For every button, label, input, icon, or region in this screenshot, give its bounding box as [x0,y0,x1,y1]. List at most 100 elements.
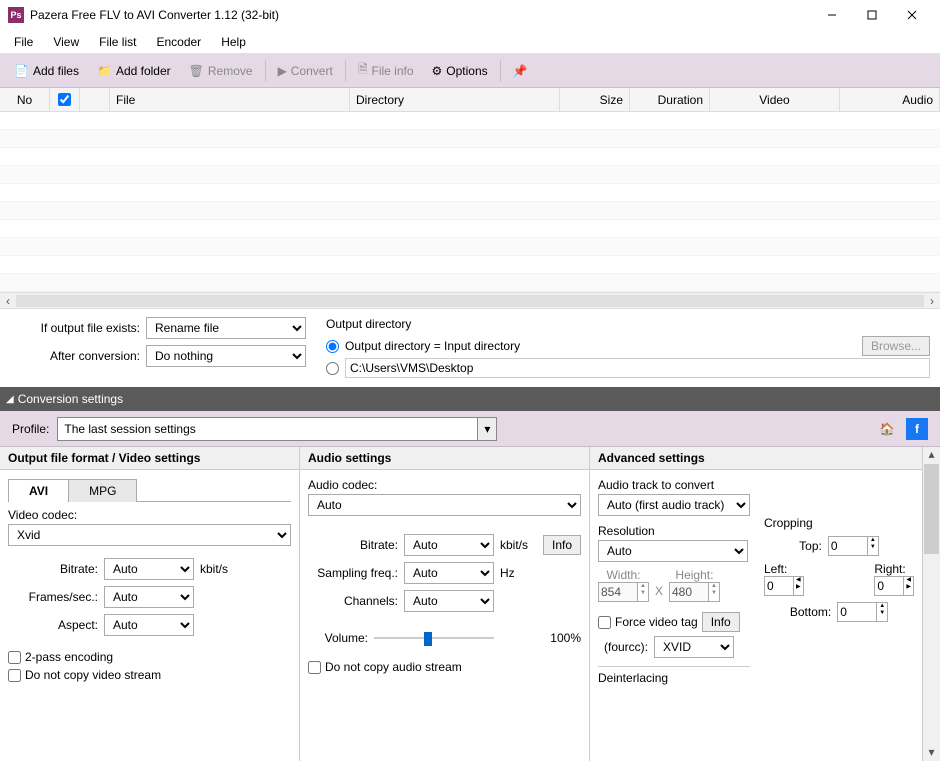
slider-thumb[interactable] [424,632,432,646]
add-folder-label: Add folder [116,64,171,78]
remove-button[interactable]: 🗑 Remove [181,61,261,81]
scroll-right-icon[interactable]: › [924,294,940,308]
resolution-select[interactable]: Auto [598,540,748,562]
no-video-label: Do not copy video stream [25,668,161,682]
fourcc-select[interactable]: XVID [654,636,734,658]
scroll-left-icon[interactable]: ‹ [0,294,16,308]
crop-bottom-input[interactable] [837,602,877,622]
scroll-track[interactable] [16,295,924,307]
col-duration[interactable]: Duration [630,88,710,111]
width-label: Width: [598,568,649,582]
if-exists-select[interactable]: Rename file [146,317,306,339]
volume-label: Volume: [308,631,368,645]
tab-avi[interactable]: AVI [8,479,69,502]
home-button[interactable]: 🏠 [876,418,898,440]
fourcc-info-button[interactable]: Info [702,612,740,632]
conversion-settings-header[interactable]: ◢ Conversion settings [0,387,940,411]
crop-top-input[interactable] [828,536,868,556]
custom-output-radio[interactable] [326,362,339,375]
fps-select[interactable]: Auto [104,586,194,608]
force-tag-checkbox[interactable] [598,616,611,629]
menu-file[interactable]: File [4,33,43,51]
crop-right-input[interactable] [874,576,904,596]
audio-codec-select[interactable]: Auto [308,494,581,516]
video-bitrate-select[interactable]: Auto [104,558,194,580]
table-row [0,148,940,166]
if-exists-label: If output file exists: [10,321,140,335]
audio-info-button[interactable]: Info [543,535,581,555]
file-info-label: File info [371,64,413,78]
convert-icon: ▶ [278,64,287,78]
after-conversion-label: After conversion: [10,349,140,363]
add-files-button[interactable]: 📄 Add files [6,61,87,81]
menu-encoder[interactable]: Encoder [146,33,211,51]
height-label: Height: [669,568,720,582]
table-row [0,184,940,202]
vertical-scrollbar[interactable]: ▴ ▾ [922,447,940,761]
resolution-label: Resolution [598,524,750,538]
options-button[interactable]: ⚙ Options [424,61,496,81]
scroll-up-icon[interactable]: ▴ [923,447,940,463]
audio-bitrate-label: Bitrate: [308,538,398,552]
col-no[interactable]: No [0,88,50,111]
aspect-select[interactable]: Auto [104,614,194,636]
bitrate-unit: kbit/s [200,562,228,576]
after-conversion-select[interactable]: Do nothing [146,345,306,367]
col-icon[interactable] [80,88,110,111]
twopass-checkbox[interactable] [8,651,21,664]
toolbar-separator [345,60,346,82]
no-video-checkbox[interactable] [8,669,21,682]
col-size[interactable]: Size [560,88,630,111]
sample-label: Sampling freq.: [308,566,398,580]
file-info-button[interactable]: 🗎 File info [350,57,422,84]
menu-filelist[interactable]: File list [89,33,146,51]
select-all-checkbox[interactable] [58,93,71,106]
force-tag-label: Force video tag [615,615,698,629]
video-codec-select[interactable]: Xvid [8,524,291,546]
x-separator: X [655,584,663,602]
track-select[interactable]: Auto (first audio track) [598,494,750,516]
output-path-input[interactable] [345,358,930,378]
audio-bitrate-select[interactable]: Auto [404,534,494,556]
audio-bitrate-unit: kbit/s [500,538,528,552]
volume-slider[interactable] [374,630,494,646]
profile-input[interactable] [57,417,477,441]
advanced-panel-title: Advanced settings [590,447,922,470]
tab-mpg[interactable]: MPG [68,479,137,502]
no-audio-checkbox[interactable] [308,661,321,674]
video-panel: Output file format / Video settings AVI … [0,447,300,761]
browse-button[interactable]: Browse... [862,336,930,356]
table-row [0,166,940,184]
menu-help[interactable]: Help [211,33,256,51]
channels-select[interactable]: Auto [404,590,494,612]
crop-left-input[interactable] [764,576,794,596]
convert-button[interactable]: ▶ Convert [270,61,341,81]
profile-select[interactable]: ▾ [57,417,497,441]
col-video[interactable]: Video [710,88,840,111]
horizontal-scrollbar[interactable]: ‹ › [0,292,940,308]
profile-dropdown-icon[interactable]: ▾ [477,417,497,441]
output-eq-input-radio[interactable] [326,340,339,353]
scroll-thumb[interactable] [924,464,939,554]
conversion-settings-title: Conversion settings [18,392,123,406]
facebook-button[interactable]: f [906,418,928,440]
add-folder-button[interactable]: 📁 Add folder [89,61,179,81]
crop-bottom-label: Bottom: [790,605,831,619]
maximize-button[interactable] [852,1,892,29]
minimize-button[interactable] [812,1,852,29]
col-file[interactable]: File [110,88,350,111]
close-button[interactable] [892,1,932,29]
table-row [0,112,940,130]
no-audio-label: Do not copy audio stream [325,660,462,674]
file-list-rows[interactable] [0,112,940,292]
bitrate-label: Bitrate: [8,562,98,576]
fourcc-label: (fourcc): [598,640,648,654]
table-row [0,130,940,148]
pin-button[interactable]: 📌 [505,61,536,81]
scroll-down-icon[interactable]: ▾ [923,745,940,761]
menu-view[interactable]: View [43,33,89,51]
sample-select[interactable]: Auto [404,562,494,584]
col-audio[interactable]: Audio [840,88,940,111]
col-dir[interactable]: Directory [350,88,560,111]
col-check[interactable] [50,88,80,111]
